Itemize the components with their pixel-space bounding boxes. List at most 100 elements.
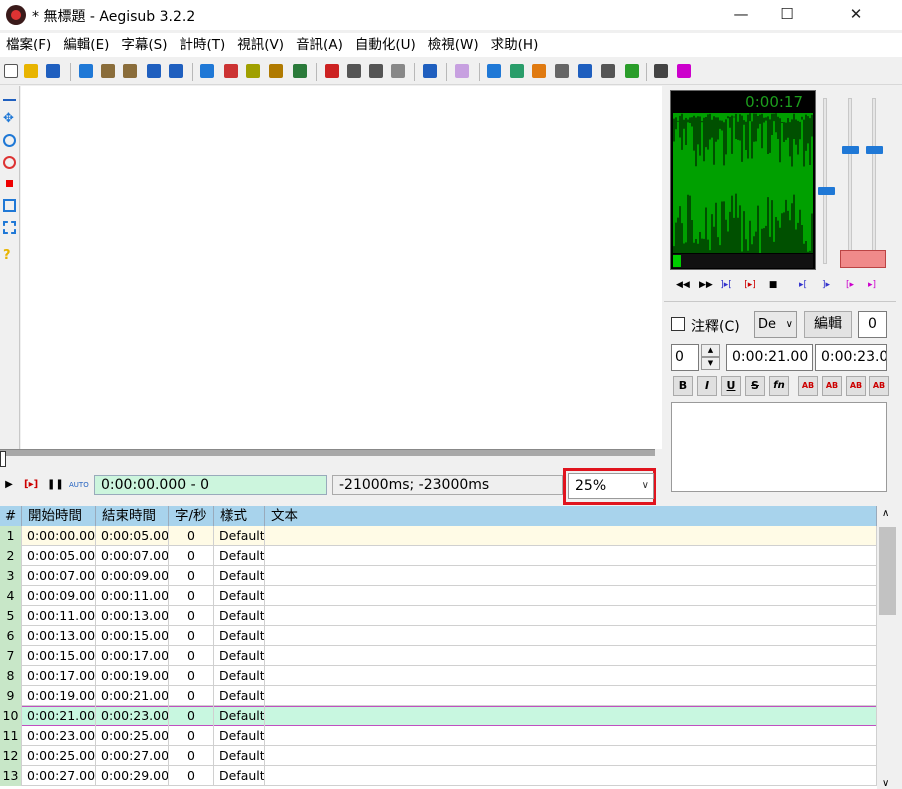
video-seek-bar[interactable] [0,449,655,456]
table-row[interactable]: 10 0:00:21.00 0:00:23.00 0 Default [0,706,877,726]
table-row[interactable]: 2 0:00:05.00 0:00:07.00 0 Default [0,546,877,566]
table-row[interactable]: 12 0:00:25.00 0:00:27.00 0 Default [0,746,877,766]
video-close-icon[interactable] [224,64,238,78]
secondary-color-icon[interactable]: AB [822,376,842,396]
menu-item-5[interactable]: 音訊(A) [290,34,349,56]
spin-down-icon[interactable]: ▼ [701,357,720,370]
menu-item-8[interactable]: 求助(H) [485,34,545,56]
clock-icon[interactable] [578,64,592,78]
menu-item-2[interactable]: 字幕(S) [115,34,173,56]
autoscroll-icon[interactable]: AUTO [69,478,89,492]
export-icon[interactable] [79,64,93,78]
tag-icon[interactable] [677,64,691,78]
menu-item-6[interactable]: 自動化(U) [349,34,422,56]
table-row[interactable]: 13 0:00:27.00 0:00:29.00 0 Default [0,766,877,786]
table-row[interactable]: 7 0:00:15.00 0:00:17.00 0 Default [0,646,877,666]
stop-icon[interactable]: ■ [767,279,779,291]
timecode-icon[interactable] [293,64,307,78]
help-icon[interactable]: ? [3,249,16,262]
edit-style-button[interactable]: 編輯 [804,311,852,338]
play-after-icon[interactable]: [▸ [844,279,856,291]
column-header-end[interactable]: 結束時間 [96,506,169,526]
font-icon[interactable]: fn [769,376,789,396]
select-icon[interactable] [487,64,501,78]
move-tool-icon[interactable]: ✥ [3,112,16,125]
menu-item-3[interactable]: 計時(T) [174,34,232,56]
strikeout-icon[interactable]: S [745,376,765,396]
table-row[interactable]: 8 0:00:17.00 0:00:19.00 0 Default [0,666,877,686]
style-select[interactable]: De ∨ [754,311,797,338]
table-row[interactable]: 5 0:00:11.00 0:00:13.00 0 Default [0,606,877,626]
audio-zoom-knob[interactable] [818,187,835,195]
pause-icon[interactable]: ❚❚ [47,478,64,492]
play-to-end-icon[interactable]: ▸] [866,279,878,291]
menu-item-7[interactable]: 檢視(W) [422,34,485,56]
table-row[interactable]: 1 0:00:00.00 0:00:05.00 0 Default [0,526,877,546]
play-icon[interactable]: ▶ [2,478,16,492]
zoom-select[interactable]: 25% ∨ [568,473,654,499]
audio-zoom-slider[interactable] [823,98,827,264]
shift-icon[interactable] [532,64,546,78]
new-file-icon[interactable] [4,64,18,78]
table-row[interactable]: 3 0:00:07.00 0:00:09.00 0 Default [0,566,877,586]
grid-scroll-thumb[interactable] [879,527,896,615]
start-time-field[interactable]: 0:00:21.00 [726,344,813,371]
video-time-input[interactable]: 0:00:00.000 - 0 [94,475,327,495]
play-line-icon[interactable]: [▸] [24,478,38,492]
play-before-icon[interactable]: ]▸[ [720,279,732,291]
shadow-color-icon[interactable]: AB [869,376,889,396]
minimize-button[interactable]: — [718,0,764,30]
layer-spinner[interactable]: ▲ ▼ [701,344,720,371]
menu-item-0[interactable]: 檔案(F) [0,34,57,56]
assistant-icon[interactable] [601,64,615,78]
replace-icon[interactable] [123,64,137,78]
open-file-icon[interactable] [24,64,38,78]
table-row[interactable]: 6 0:00:13.00 0:00:15.00 0 Default [0,626,877,646]
menu-item-4[interactable]: 視訊(V) [231,34,290,56]
automation-icon[interactable] [423,64,437,78]
timing-icon[interactable] [510,64,524,78]
resample-icon[interactable] [391,64,405,78]
kanji-icon[interactable] [455,64,469,78]
keyframe-icon[interactable] [269,64,283,78]
column-header-text[interactable]: 文本 [265,506,877,526]
layer-field[interactable]: 0 [671,344,699,371]
outline-color-icon[interactable]: AB [846,376,866,396]
previous-line-icon[interactable]: ◀◀ [676,279,690,291]
play-selection-icon[interactable]: [▸] [744,279,756,291]
underline-icon[interactable]: U [721,376,741,396]
column-header-start[interactable]: 開始時間 [22,506,96,526]
audio-volume-slider[interactable] [848,98,852,264]
audio-vzoom-knob[interactable] [866,146,883,154]
column-header-num[interactable]: # [0,506,22,526]
spin-up-icon[interactable]: ▲ [701,344,720,357]
table-row[interactable]: 11 0:00:23.00 0:00:25.00 0 Default [0,726,877,746]
save-icon[interactable] [46,64,60,78]
table-row[interactable]: 4 0:00:09.00 0:00:11.00 0 Default [0,586,877,606]
subtitle-grid[interactable]: # 開始時間 結束時間 字/秒 樣式 文本 1 0:00:00.00 0:00:05.00 0 D… [0,506,877,789]
audio-vzoom-slider[interactable] [872,98,876,264]
scroll-up-icon[interactable]: ∧ [882,508,889,519]
find-icon[interactable] [101,64,115,78]
rotate-xy-icon[interactable] [3,156,16,169]
checker-icon[interactable] [625,64,639,78]
column-header-style[interactable]: 樣式 [214,506,265,526]
translate-icon[interactable] [347,64,361,78]
fonts-icon[interactable] [169,64,183,78]
bold-icon[interactable]: B [673,376,693,396]
end-time-field[interactable]: 0:00:23.0 [815,344,887,371]
menu-item-1[interactable]: 編輯(E) [57,34,115,56]
play-start-icon[interactable]: ▸[ [797,279,809,291]
close-button[interactable]: ✕ [810,0,902,30]
table-row[interactable]: 9 0:00:19.00 0:00:21.00 0 Default [0,686,877,706]
audio-waveform-display[interactable]: 0:00:17 [670,90,816,270]
comment-checkbox[interactable] [671,317,685,331]
play-end-icon[interactable]: ]▸ [820,279,832,291]
standard-tool-icon[interactable] [3,90,16,101]
column-header-cps[interactable]: 字/秒 [169,506,214,526]
options-icon[interactable] [654,64,668,78]
spellcheck-icon[interactable] [325,64,339,78]
next-line-icon[interactable]: ▶▶ [699,279,713,291]
video-display[interactable] [21,86,662,449]
styles-icon[interactable] [369,64,383,78]
